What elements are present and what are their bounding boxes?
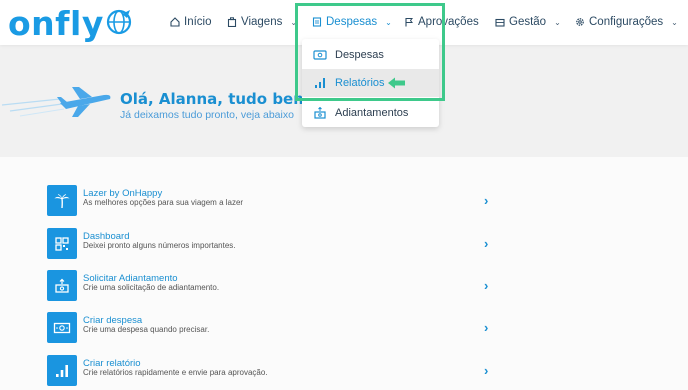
dropdown-item-despesas[interactable]: Despesas [302, 41, 439, 69]
airplane-icon [1, 87, 111, 117]
advance-icon [47, 270, 77, 301]
home-icon [170, 17, 180, 27]
dropdown-item-relatorios[interactable]: Relatórios [302, 69, 439, 97]
nav-aprovacoes-label: Aprovações [418, 16, 479, 28]
dropdown-item-label: Adiantamentos [335, 107, 409, 119]
bar-chart-icon [47, 355, 77, 386]
nav-gestao-label: Gestão [509, 16, 547, 28]
money-icon [47, 312, 77, 343]
chevron-down-icon: ⌄ [671, 17, 678, 27]
despesas-dropdown-menu: Despesas Relatórios Adiantamentos [302, 39, 439, 127]
dashboard-icon [47, 228, 77, 259]
chevron-right-icon: › [484, 236, 489, 251]
advance-icon [314, 107, 326, 119]
shortcut-description: Crie uma solicitação de adiantamento. [83, 283, 220, 292]
shortcut-description: Crie uma despesa quando precisar. [83, 325, 210, 334]
shortcut-description: As melhores opções para sua viagem a laz… [83, 198, 244, 207]
nav-configuracoes-label: Configurações [589, 16, 664, 28]
nav-viagens[interactable]: Viagens ⌄ [227, 14, 297, 30]
dropdown-item-label: Relatórios [335, 77, 385, 89]
dropdown-item-label: Despesas [335, 49, 384, 61]
nav-inicio[interactable]: Início [170, 14, 212, 30]
shortcut-description: Deixei pronto alguns números importantes… [83, 241, 236, 250]
nav-gestao[interactable]: Gestão ⌄ [495, 14, 561, 30]
shortcut-lazer[interactable]: Lazer by OnHappy As melhores opções para… [47, 185, 497, 216]
nav-configuracoes[interactable]: Configurações ⌄ [575, 14, 678, 30]
nav-despesas-label: Despesas [326, 16, 378, 28]
palm-tree-icon [47, 185, 77, 216]
greeting-title: Olá, Alanna, tudo bem? [120, 90, 318, 108]
nav-viagens-label: Viagens [241, 16, 283, 28]
receipt-icon [312, 17, 322, 27]
shortcut-criar-relatorio[interactable]: Criar relatório Crie relatórios rapidame… [47, 355, 497, 386]
dropdown-item-adiantamentos[interactable]: Adiantamentos [302, 99, 439, 127]
gear-icon [576, 18, 584, 26]
chevron-right-icon: › [484, 193, 489, 208]
onfly-logo[interactable]: onfly [8, 4, 133, 42]
shortcut-adiantamento[interactable]: Solicitar Adiantamento Crie uma solicita… [47, 270, 497, 301]
money-icon [313, 50, 327, 60]
flag-icon [405, 18, 413, 27]
shortcut-description: Crie relatórios rapidamente e envie para… [83, 368, 268, 377]
chevron-down-icon: ⌄ [554, 17, 561, 27]
suitcase-icon [227, 17, 237, 27]
shortcut-criar-despesa[interactable]: Criar despesa Crie uma despesa quando pr… [47, 312, 497, 343]
chevron-right-icon: › [484, 320, 489, 335]
chevron-right-icon: › [484, 363, 489, 378]
greeting-subtitle: Já deixamos tudo pronto, veja abaixo [120, 109, 294, 121]
nav-aprovacoes[interactable]: Aprovações [404, 14, 479, 30]
arrow-left-indicator-icon [388, 77, 405, 89]
chevron-down-icon: ⌄ [385, 17, 392, 27]
globe-plane-icon [106, 9, 131, 35]
logo-text: onfly [8, 3, 104, 43]
shortcut-dashboard[interactable]: Dashboard Deixei pronto alguns números i… [47, 228, 497, 259]
bar-chart-icon [315, 78, 325, 88]
briefcase-icon [495, 18, 505, 27]
chevron-down-icon: ⌄ [290, 17, 298, 27]
chevron-right-icon: › [484, 278, 489, 293]
nav-inicio-label: Início [184, 16, 212, 28]
nav-despesas[interactable]: Despesas ⌄ [312, 14, 392, 30]
